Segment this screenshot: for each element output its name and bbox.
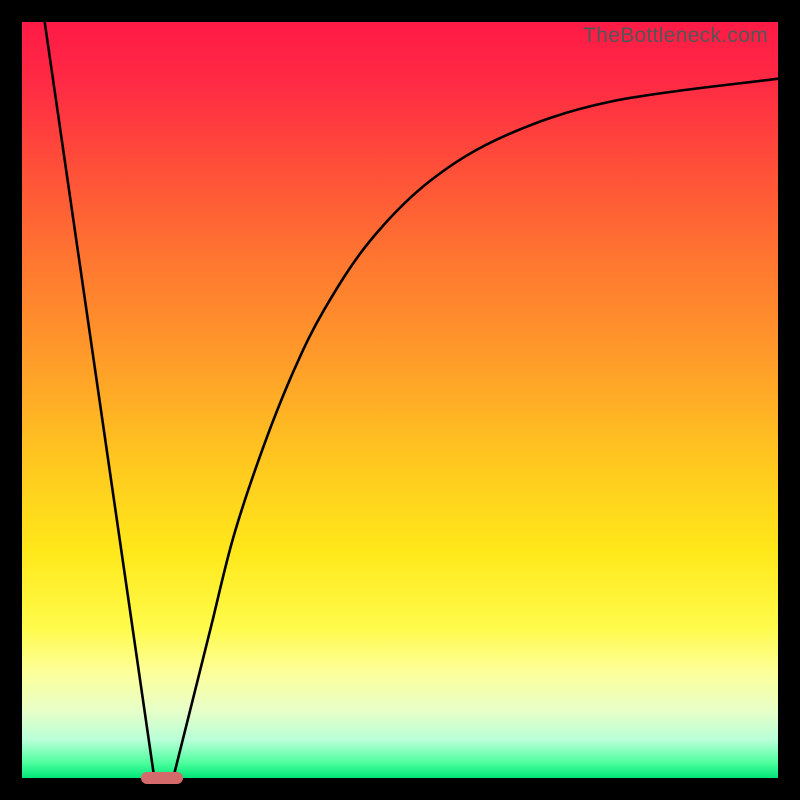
watermark-text: TheBottleneck.com	[583, 24, 768, 48]
min-marker	[141, 772, 183, 784]
chart-frame: TheBottleneck.com	[0, 0, 800, 800]
plot-area: TheBottleneck.com	[22, 22, 778, 778]
curve-layer	[22, 22, 778, 778]
left-line	[45, 22, 155, 778]
right-curve	[173, 79, 778, 778]
